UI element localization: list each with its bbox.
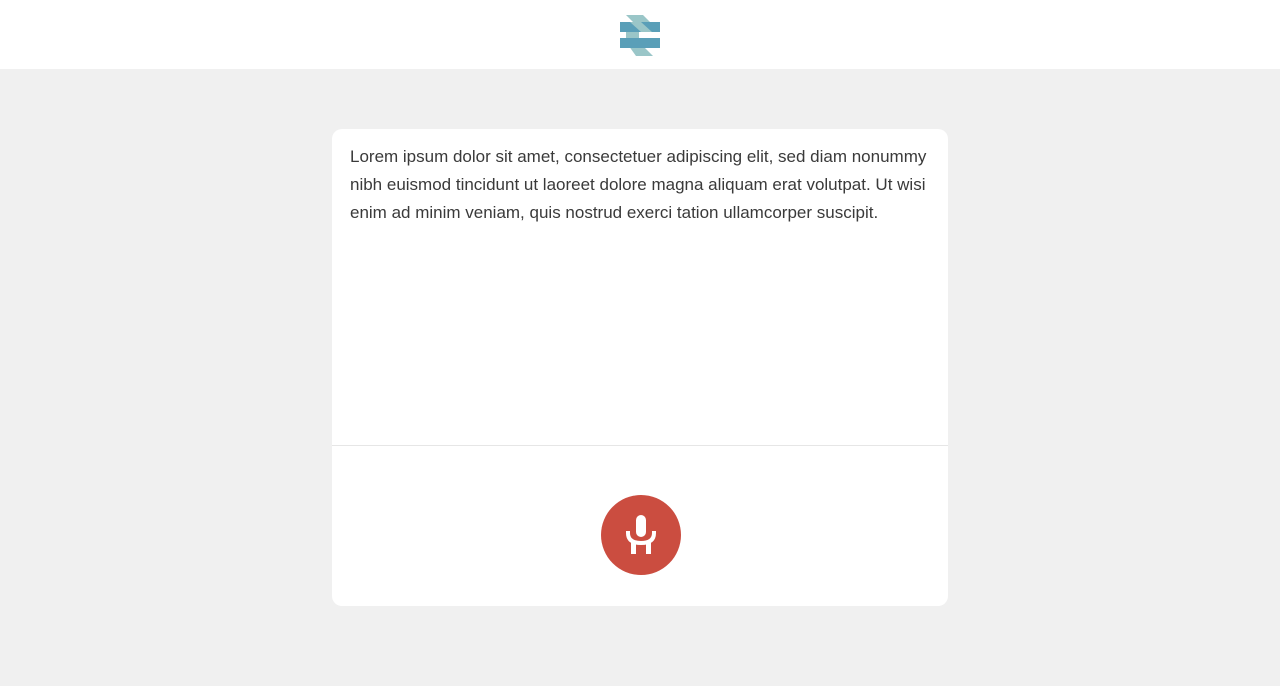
- brand-logo-icon[interactable]: [619, 14, 661, 56]
- microphone-button[interactable]: [601, 495, 681, 575]
- control-panel: [332, 447, 948, 606]
- transcript-text[interactable]: Lorem ipsum dolor sit amet, consectetuer…: [332, 129, 948, 446]
- dictation-card: Lorem ipsum dolor sit amet, consectetuer…: [332, 129, 948, 606]
- microphone-icon: [626, 515, 656, 554]
- top-header-bar: [0, 0, 1280, 69]
